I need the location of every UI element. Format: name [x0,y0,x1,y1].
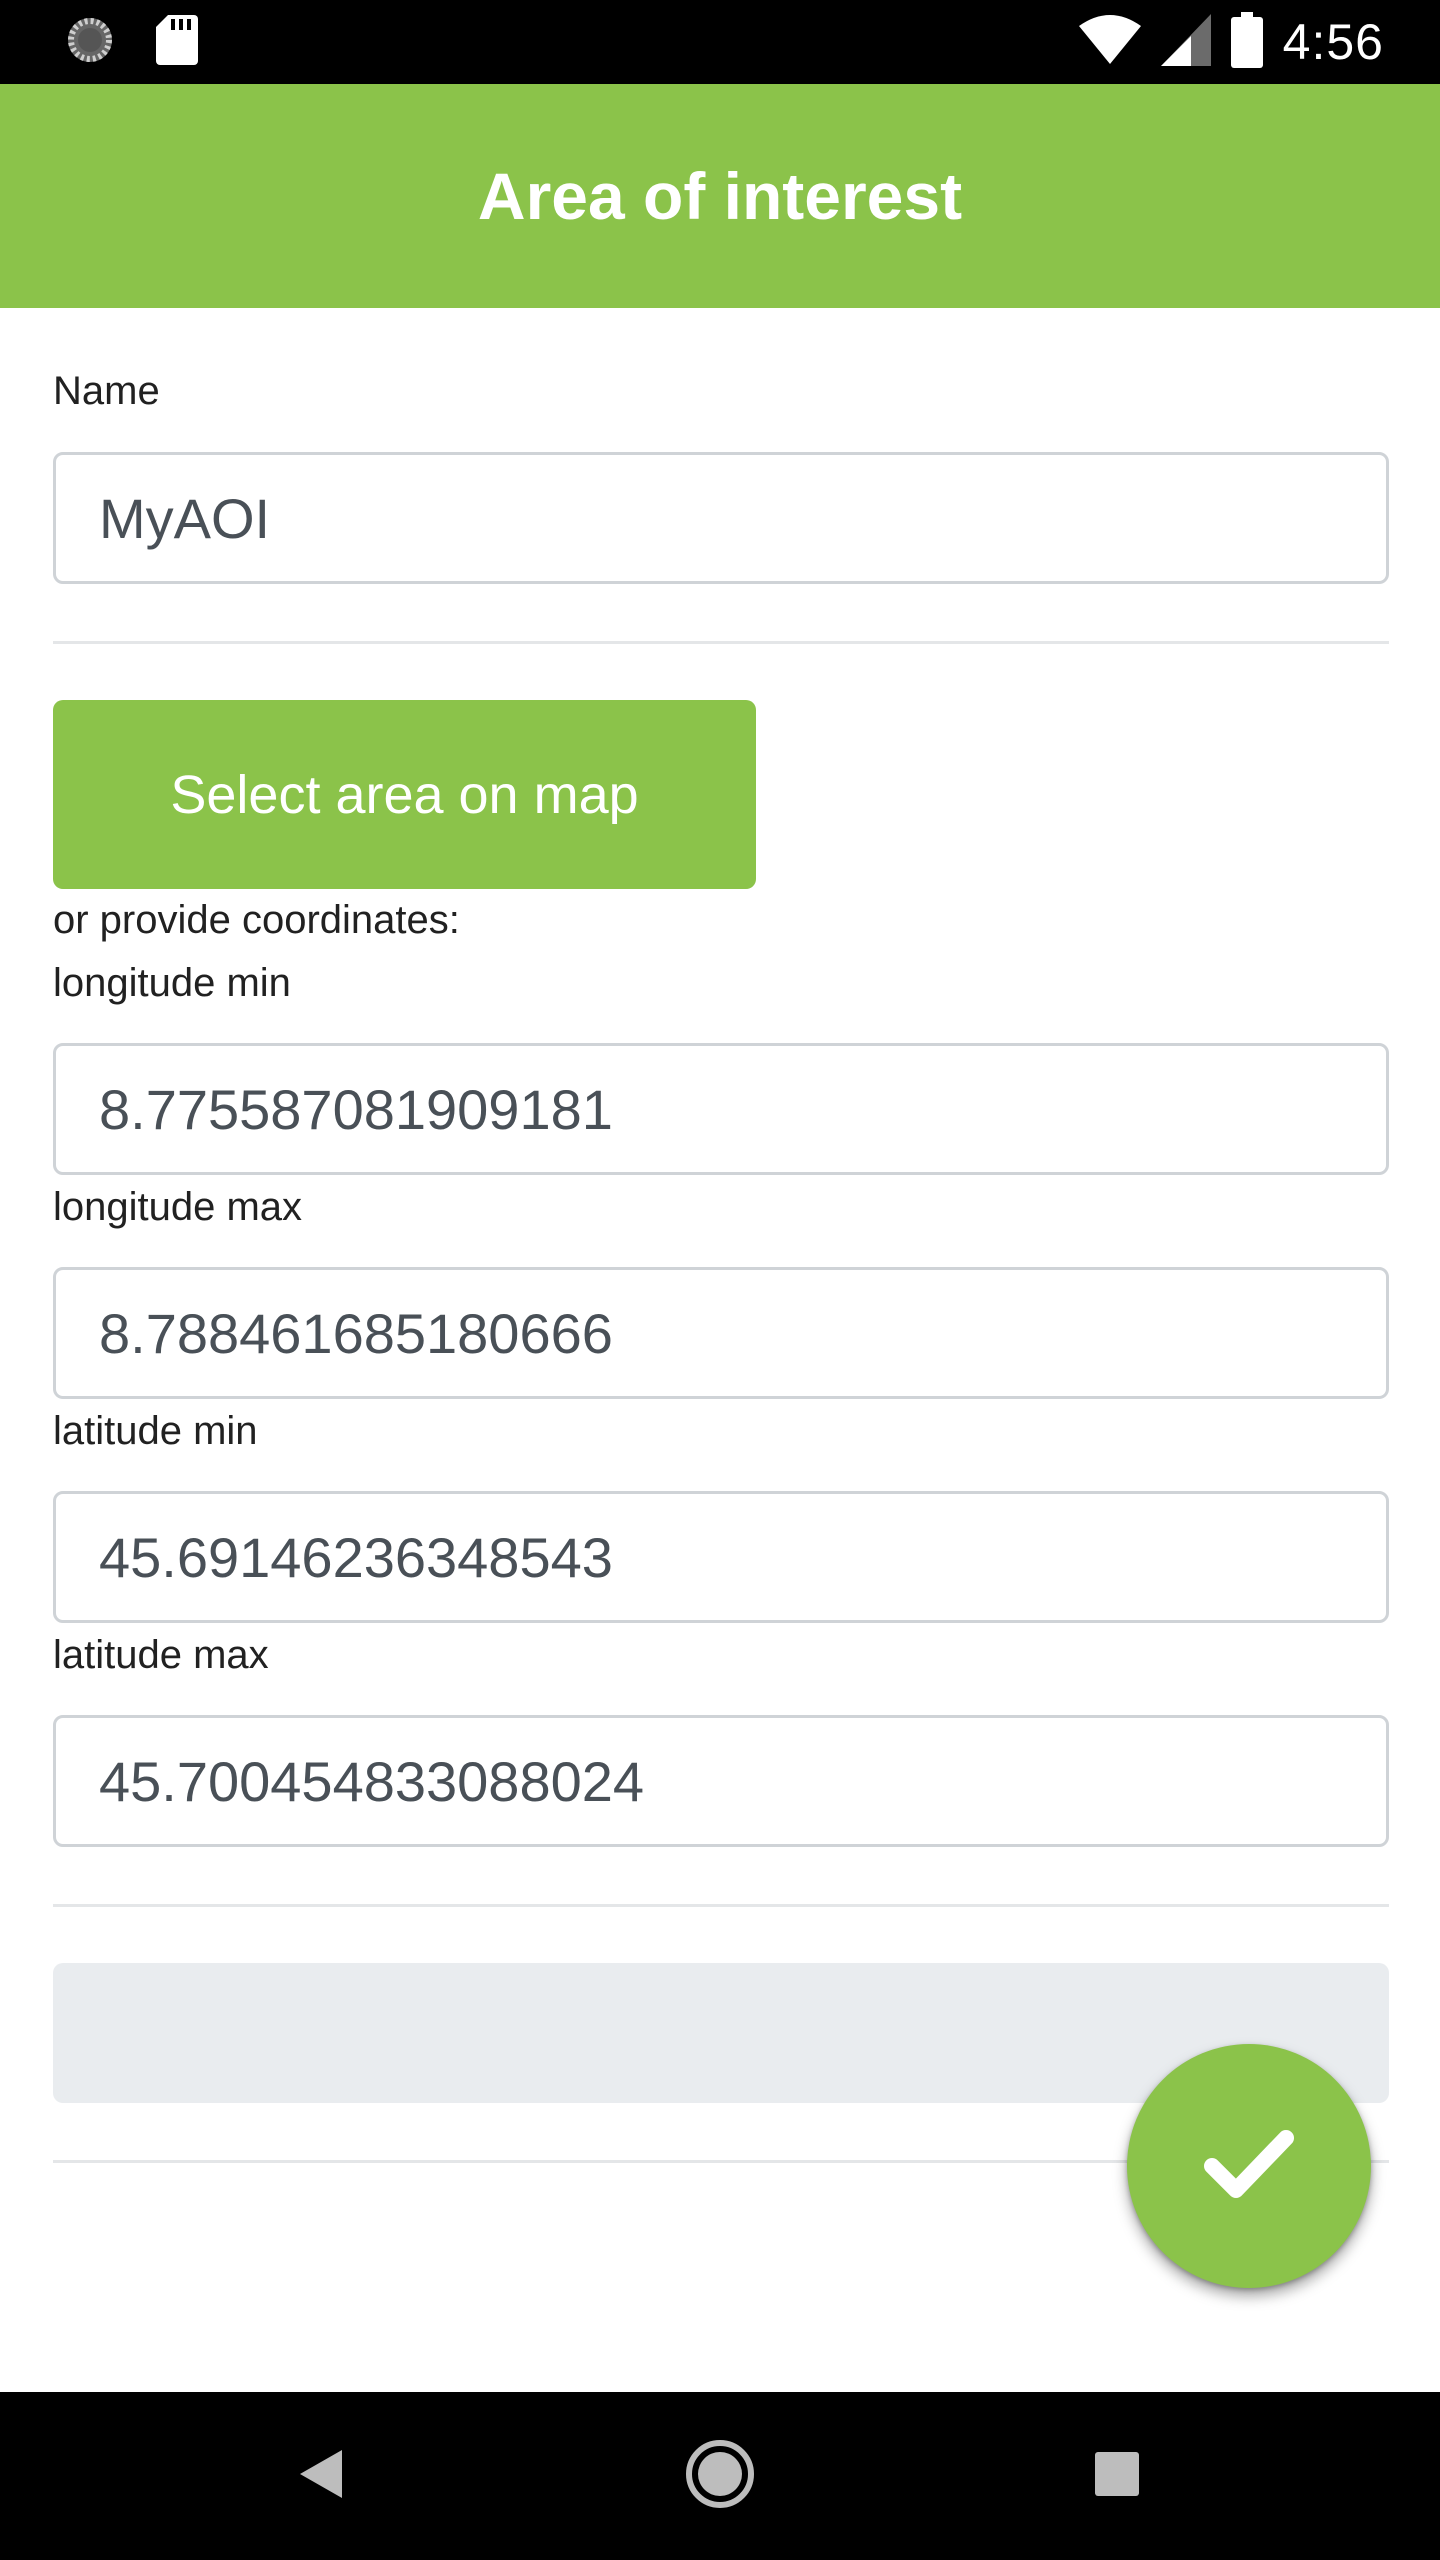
select-area-on-map-button[interactable]: Select area on map [53,700,756,889]
home-icon [685,2439,755,2514]
navigation-bar [0,2392,1440,2560]
divider [53,641,1389,644]
screen: 4:56 Area of interest Name Select area o… [0,0,1440,2560]
status-bar: 4:56 [0,0,1440,84]
longitude-max-input[interactable] [53,1267,1389,1399]
longitude-max-label: longitude max [53,1185,303,1229]
latitude-min-label: latitude min [53,1409,258,1453]
latitude-max-input[interactable] [53,1715,1389,1847]
confirm-fab-button[interactable] [1127,2044,1371,2288]
status-time: 4:56 [1282,14,1384,70]
name-label: Name [53,369,160,413]
back-button[interactable] [279,2434,363,2518]
latitude-min-input[interactable] [53,1491,1389,1623]
home-button[interactable] [678,2434,762,2518]
cell-signal-icon [1160,13,1211,71]
or-provide-coordinates-text: or provide coordinates: [53,898,460,942]
sd-card-icon [156,14,198,70]
longitude-min-input[interactable] [53,1043,1389,1175]
latitude-max-label: latitude max [53,1633,269,1677]
recents-button[interactable] [1075,2434,1159,2518]
recents-icon [1094,2451,1140,2502]
battery-icon [1230,11,1263,73]
app-bar: Area of interest [0,84,1440,308]
back-icon [298,2448,344,2505]
name-input[interactable] [53,452,1389,584]
page-title: Area of interest [477,159,963,233]
wifi-icon [1078,14,1141,71]
longitude-min-label: longitude min [53,961,291,1005]
loading-circle-icon [64,14,116,71]
check-icon [1204,2128,1294,2205]
divider [53,1904,1389,1907]
